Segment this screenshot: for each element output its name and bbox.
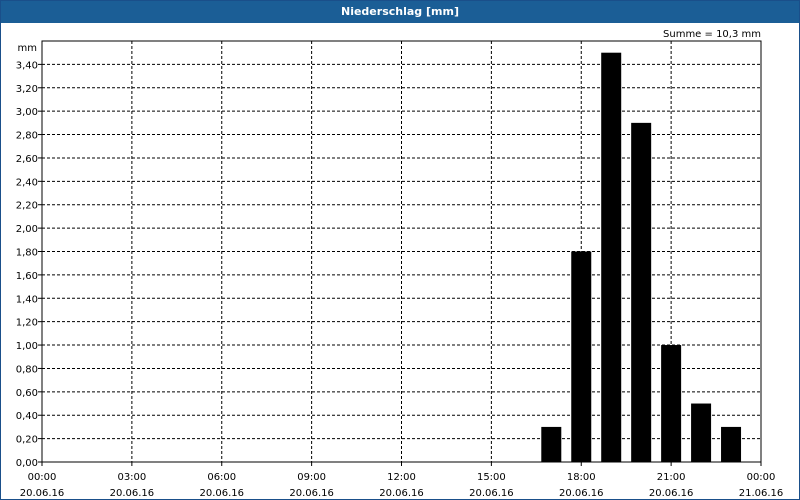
x-tick-label-time: 15:00: [477, 472, 506, 483]
bar: [601, 52, 622, 462]
y-tick-label: 1,60: [16, 271, 38, 282]
y-tick-label: 0,20: [16, 435, 38, 446]
y-tick-label: 1,00: [16, 341, 38, 352]
bar: [721, 426, 742, 462]
x-tick-label-date: 20.06.16: [20, 488, 65, 499]
y-tick-label: 0,40: [16, 411, 38, 422]
x-tick-label-date: 21.06.16: [739, 488, 784, 499]
x-tick-label-time: 06:00: [207, 472, 236, 483]
y-tick-label: 3,00: [16, 107, 38, 118]
x-tick-label-time: 09:00: [297, 472, 326, 483]
bar: [631, 122, 652, 462]
x-tick-label-time: 21:00: [657, 472, 686, 483]
x-tick-label-date: 20.06.16: [469, 488, 514, 499]
x-tick-label-time: 00:00: [28, 472, 57, 483]
x-tick-label-time: 03:00: [117, 472, 146, 483]
bar: [691, 403, 712, 462]
x-tick-label-date: 20.06.16: [110, 488, 155, 499]
precipitation-chart: 0,00 0,20 0,40 0,60 0,80 1,00 1,20 1,40 1,60 1,80…: [16, 29, 784, 499]
x-tick-label-time: 12:00: [387, 472, 416, 483]
chart-window: Niederschlag [mm] 0,00 0,20 0,40 0,60 0,80 1,…: [0, 0, 800, 500]
x-tick-label-date: 20.06.16: [379, 488, 424, 499]
grid: [42, 41, 761, 462]
bar: [661, 345, 682, 462]
axes: [38, 40, 762, 466]
x-tick-label-date: 20.06.16: [559, 488, 604, 499]
y-tick-label: 0,60: [16, 388, 38, 399]
bar: [571, 251, 592, 462]
x-tick-label-time: 18:00: [567, 472, 596, 483]
y-tick-label: 2,80: [16, 131, 38, 142]
bars: [541, 52, 742, 462]
x-tick-label-date: 20.06.16: [289, 488, 334, 499]
y-tick-label: 1,80: [16, 248, 38, 259]
y-tick-label: 0,80: [16, 364, 38, 375]
y-tick-label: 2,40: [16, 177, 38, 188]
y-tick-label: 2,60: [16, 154, 38, 165]
y-tick-label: 2,20: [16, 201, 38, 212]
y-tick-label: 3,40: [16, 60, 38, 71]
y-tick-label: 0,00: [16, 458, 38, 469]
y-tick-label: 3,20: [16, 84, 38, 95]
bar: [541, 426, 562, 462]
y-tick-label: 1,20: [16, 318, 38, 329]
x-tick-label-date: 20.06.16: [199, 488, 244, 499]
x-tick-label-time: 00:00: [747, 472, 776, 483]
y-tick-label: 1,40: [16, 294, 38, 305]
x-tick-label-date: 20.06.16: [649, 488, 694, 499]
y-tick-label: 2,00: [16, 224, 38, 235]
y-axis-unit-label: mm: [18, 43, 37, 54]
sum-annotation: Summe = 10,3 mm: [663, 29, 761, 40]
